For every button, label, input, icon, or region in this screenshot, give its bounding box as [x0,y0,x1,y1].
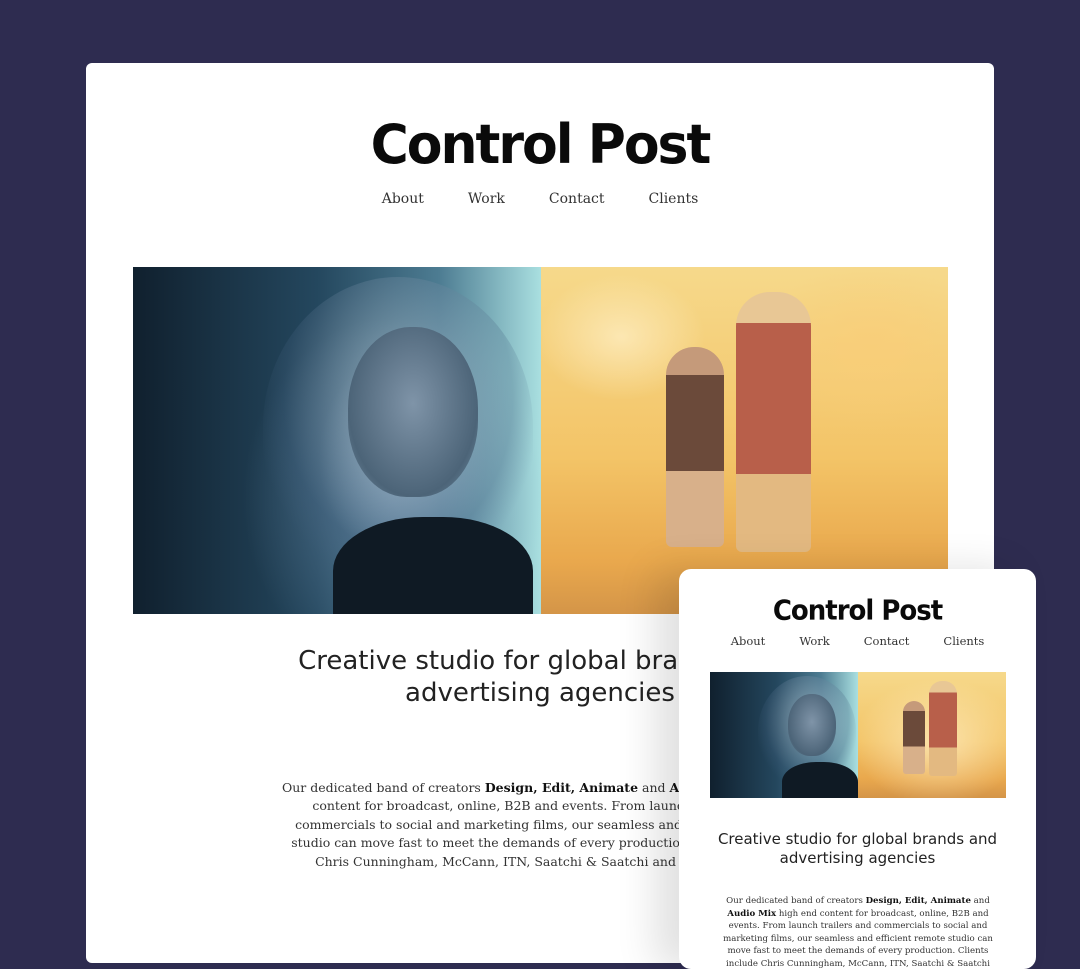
hero-family-image [541,267,948,614]
girl-figure [666,347,724,547]
nav-about[interactable]: About [731,634,766,648]
nav-contact[interactable]: Contact [549,191,605,207]
hero-portrait-image [710,672,858,798]
nav-contact[interactable]: Contact [864,634,910,648]
intro-bold-audio: Audio Mix [727,908,777,919]
portrait-face-shape [788,694,836,756]
woman-figure [929,681,957,776]
nav-clients[interactable]: Clients [943,634,984,648]
portrait-body-shape [782,762,858,798]
portrait-face-shape [348,327,478,497]
intro-text-1: Our dedicated band of creators [726,896,866,906]
nav-clients[interactable]: Clients [649,191,699,207]
nav-work[interactable]: Work [468,191,505,207]
girl-figure [903,701,925,774]
intro-text-2: and [970,896,990,906]
nav-work[interactable]: Work [799,634,829,648]
site-logo[interactable]: Control Post [86,114,994,177]
woman-figure [736,292,811,552]
intro-paragraph: Our dedicated band of creators Design, E… [717,895,999,969]
main-nav: About Work Contact Clients [86,191,994,207]
hero-image-banner [710,672,1006,798]
intro-text-2: and [638,780,670,795]
hero-image-banner [133,267,948,614]
intro-bold-services: Design, Edit, Animate [865,896,971,906]
intro-text-1: Our dedicated band of creators [281,780,485,795]
nav-about[interactable]: About [382,191,424,207]
portrait-body-shape [333,517,533,614]
hero-portrait-image [133,267,541,614]
hero-family-image [858,672,1006,798]
page-headline: Creative studio for global brands and ad… [717,830,998,867]
intro-bold-services: Design, Edit, Animate [484,780,639,795]
main-nav: About Work Contact Clients [679,634,1036,648]
mobile-preview-card: Control Post About Work Contact Clients … [679,569,1036,969]
site-logo[interactable]: Control Post [679,594,1036,628]
